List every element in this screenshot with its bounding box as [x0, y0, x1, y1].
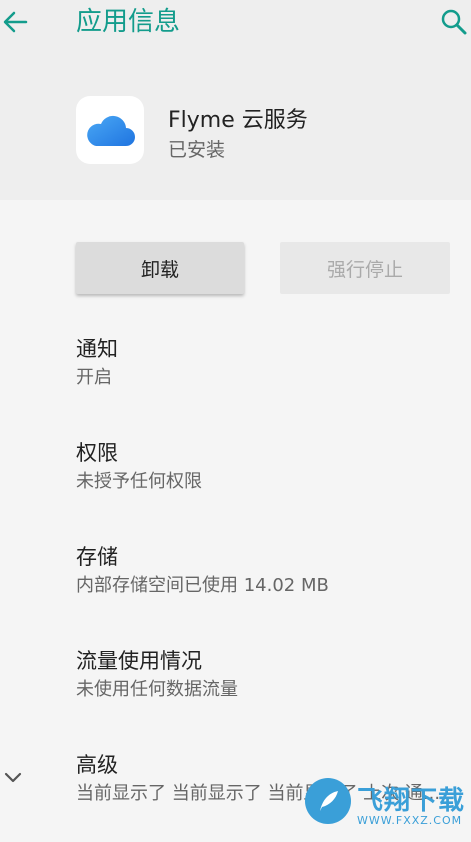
- expand-advanced-button[interactable]: [2, 768, 24, 788]
- settings-item-data-usage[interactable]: 流量使用情况 未使用任何数据流量: [76, 647, 456, 703]
- force-stop-button[interactable]: 强行停止: [280, 242, 450, 294]
- page-title: 应用信息: [76, 7, 181, 37]
- app-install-status: 已安装: [168, 139, 226, 161]
- app-name: Flyme 云服务: [168, 108, 308, 133]
- settings-item-title: 通知: [76, 337, 118, 361]
- settings-item-storage[interactable]: 存储 内部存储空间已使用 14.02 MB: [76, 543, 456, 599]
- settings-item-subtitle: 开启: [76, 367, 112, 388]
- settings-item-subtitle: 内部存储空间已使用 14.02 MB: [76, 575, 329, 596]
- settings-item-subtitle: 未使用任何数据流量: [76, 679, 238, 700]
- back-button[interactable]: [0, 2, 30, 42]
- search-button[interactable]: [437, 4, 471, 40]
- watermark-text: 飞翔下载: [357, 786, 466, 816]
- arrow-left-icon: [3, 11, 28, 33]
- settings-item-subtitle: 未授予任何权限: [76, 471, 202, 492]
- watermark: 飞翔下载 WWW.FXXZ.COM: [305, 772, 471, 832]
- app-icon: [76, 96, 144, 164]
- settings-item-title: 流量使用情况: [76, 649, 202, 673]
- watermark-url: WWW.FXXZ.COM: [357, 814, 463, 827]
- watermark-logo: [305, 778, 351, 824]
- search-icon: [441, 9, 467, 35]
- settings-item-permissions[interactable]: 权限 未授予任何权限: [76, 439, 456, 495]
- settings-item-title: 存储: [76, 545, 118, 569]
- app-header: 应用信息 Flyme 云服务 已安装: [0, 0, 471, 200]
- settings-item-title: 权限: [76, 441, 118, 465]
- cloud-icon: [87, 115, 135, 146]
- uninstall-button[interactable]: 卸载: [76, 242, 244, 294]
- settings-item-notifications[interactable]: 通知 开启: [76, 335, 456, 391]
- feather-icon: [320, 791, 338, 811]
- chevron-down-icon: [4, 772, 22, 783]
